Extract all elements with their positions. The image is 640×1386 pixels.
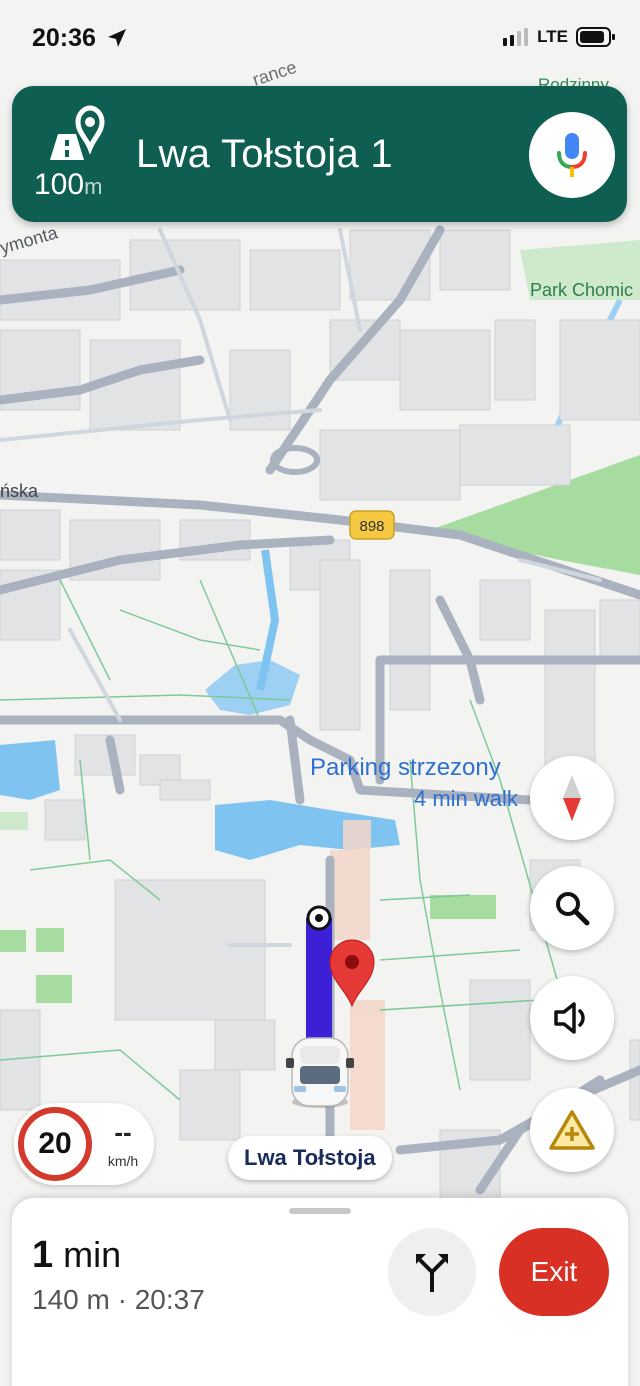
destination-pin-icon — [50, 105, 105, 160]
current-speed: -- — [114, 1117, 132, 1147]
battery-icon — [576, 27, 615, 47]
google-mic-icon — [557, 133, 587, 177]
route-line — [306, 918, 332, 1050]
current-street-label: Lwa Tołstoja — [228, 1136, 392, 1180]
speed-unit: km/h — [107, 1153, 139, 1169]
road-shield-898: 898 — [359, 518, 384, 535]
turn-distance-unit: m — [84, 174, 103, 199]
status-indicators: LTE — [503, 27, 616, 47]
trip-summary-sheet[interactable]: 1 min 140 m · 20:37 Exit — [12, 1198, 628, 1386]
speed-limit-sign: 20 — [18, 1107, 92, 1181]
map-label-park: Park Chomic — [530, 280, 633, 300]
status-time: 20:36 — [32, 24, 96, 52]
alternate-routes-icon — [416, 1254, 448, 1292]
destination-street: Lwa Tołstoja 1 — [136, 132, 393, 176]
volume-icon — [554, 1002, 585, 1034]
location-arrow-icon — [108, 29, 126, 47]
report-incident-icon — [549, 1110, 595, 1150]
alternate-routes-button[interactable] — [388, 1228, 476, 1316]
parking-label-name: Parking strzezony — [310, 754, 501, 781]
map-label-left-street: ńska — [0, 481, 39, 501]
trip-duration: 1 min — [32, 1234, 121, 1277]
exit-navigation-button[interactable]: Exit — [499, 1228, 609, 1316]
search-icon — [556, 892, 590, 926]
turn-distance-value: 100 — [34, 168, 85, 201]
compass-icon — [563, 775, 581, 821]
report-button[interactable] — [530, 1088, 614, 1172]
turn-distance: 100m — [34, 168, 102, 202]
speed-widget: 20 -- km/h — [14, 1103, 154, 1185]
trip-duration-value: 1 — [32, 1234, 54, 1276]
navigation-banner[interactable]: 100m Lwa Tołstoja 1 — [12, 86, 627, 222]
signal-icon — [503, 28, 529, 46]
parking-label-walk: 4 min walk — [414, 786, 519, 811]
compass-button[interactable] — [530, 756, 614, 840]
search-button[interactable] — [530, 866, 614, 950]
sound-button[interactable] — [530, 976, 614, 1060]
car-position-icon — [286, 1037, 354, 1108]
voice-search-button[interactable] — [529, 112, 615, 198]
network-label: LTE — [537, 27, 568, 46]
trip-details: 140 m · 20:37 — [32, 1284, 205, 1315]
sheet-drag-handle[interactable] — [289, 1208, 351, 1214]
status-bar: 20:36 LTE — [0, 0, 640, 76]
trip-duration-unit: min — [63, 1234, 122, 1275]
